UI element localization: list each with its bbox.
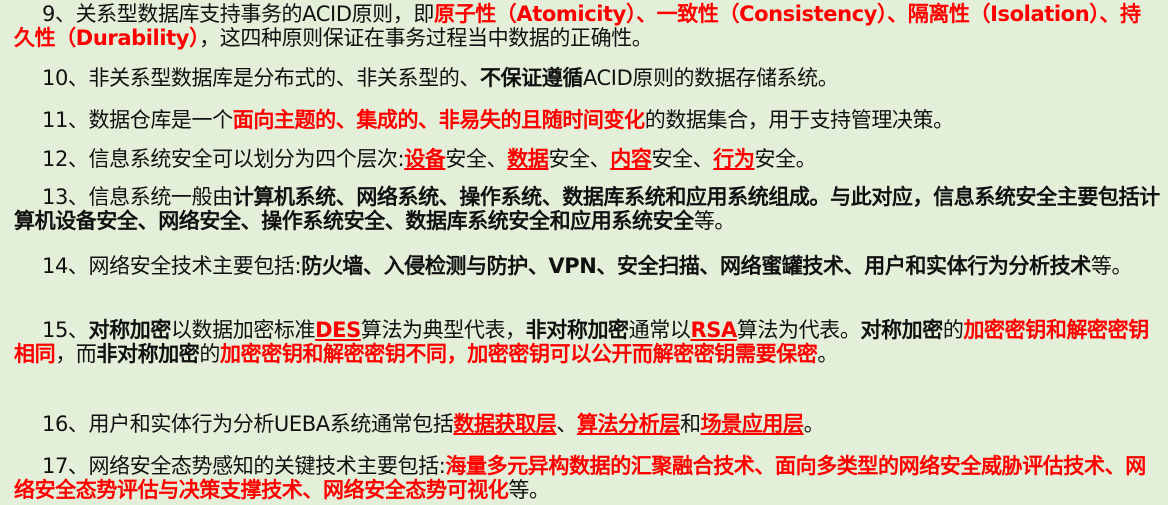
segment-text: 安全、 bbox=[445, 147, 508, 171]
segment-text: 安全、 bbox=[651, 147, 714, 171]
segment-highlight-underlined: 算法分析层 bbox=[576, 412, 680, 436]
segment-text: 等。 bbox=[1090, 254, 1133, 278]
segment-highlight-underlined: 内容 bbox=[610, 147, 652, 171]
segment-bold: 非对称加密 bbox=[525, 318, 629, 342]
segment-bold: 非对称加密 bbox=[96, 342, 200, 366]
paragraph-9: 9、关系型数据库支持事务的ACID原则，即原子性（Atomicity）、一致性（… bbox=[14, 2, 1160, 50]
paragraph-number: 11、 bbox=[42, 108, 89, 132]
segment-highlight: 加密密钥和解密密钥不同，加密密钥可以公开而解密密钥需要保密 bbox=[220, 342, 818, 366]
paragraph-10: 10、非关系型数据库是分布式的、非关系型的、不保证遵循ACID原则的数据存储系统… bbox=[14, 66, 1160, 90]
segment-highlight: 面向主题的、集成的、非易失的且随时间变化 bbox=[232, 108, 645, 132]
paragraph-number: 9、 bbox=[42, 2, 76, 26]
paragraph-11: 11、数据仓库是一个面向主题的、集成的、非易失的且随时间变化的数据集合，用于支持… bbox=[14, 108, 1160, 132]
segment-highlight-underlined: 数据获取层 bbox=[453, 412, 557, 436]
segment-bold: 不保证遵循 bbox=[479, 66, 583, 90]
segment-text: 。 bbox=[803, 412, 825, 436]
segment-text: 信息系统一般由 bbox=[88, 185, 234, 209]
paragraph-number: 13、 bbox=[42, 185, 89, 209]
segment-text: ，这四种原则保证在事务过程当中数据的正确性。 bbox=[199, 26, 653, 50]
segment-text: ，而 bbox=[55, 342, 97, 366]
segment-highlight-underlined: RSA bbox=[690, 318, 737, 342]
segment-text: 用户和实体行为分析UEBA系统通常包括 bbox=[88, 412, 454, 436]
segment-text: 算法为典型代表， bbox=[360, 318, 526, 342]
segment-text: 数据仓库是一个 bbox=[88, 108, 234, 132]
segment-highlight-underlined: 行为 bbox=[713, 147, 755, 171]
segment-text: 的 bbox=[199, 342, 221, 366]
segment-text: 以数据加密标准 bbox=[170, 318, 316, 342]
segment-text: 的数据集合，用于支持管理决策。 bbox=[644, 108, 954, 132]
segment-text: 网络安全技术主要包括: bbox=[88, 254, 302, 278]
segment-bold: 对称加密 bbox=[88, 318, 172, 342]
document-page: 9、关系型数据库支持事务的ACID原则，即原子性（Atomicity）、一致性（… bbox=[0, 0, 1168, 505]
segment-text: 和 bbox=[679, 412, 701, 436]
segment-highlight-underlined: 数据 bbox=[507, 147, 549, 171]
segment-text: 安全、 bbox=[548, 147, 611, 171]
segment-text: 信息系统安全可以划分为四个层次: bbox=[88, 147, 405, 171]
paragraph-14: 14、网络安全技术主要包括:防火墙、入侵检测与防护、VPN、安全扫描、网络蜜罐技… bbox=[14, 254, 1160, 278]
segment-text: 等。 bbox=[693, 209, 736, 233]
paragraph-number: 16、 bbox=[42, 412, 89, 436]
segment-text: 、 bbox=[556, 412, 577, 436]
paragraph-13: 13、信息系统一般由计算机系统、网络系统、操作系统、数据库系统和应用系统组成。与… bbox=[14, 185, 1160, 233]
segment-text: 网络安全态势感知的关键技术主要包括: bbox=[88, 454, 446, 478]
segment-bold: 防火墙、入侵检测与防护、VPN、安全扫描、网络蜜罐技术、用户和实体行为分析技术 bbox=[301, 254, 1091, 278]
segment-text: ACID原则的数据存储系统。 bbox=[582, 66, 839, 90]
segment-text: 关系型数据库支持事务的ACID原则，即 bbox=[75, 2, 435, 26]
segment-highlight-underlined: 场景应用层 bbox=[700, 412, 804, 436]
paragraph-number: 10、 bbox=[42, 66, 89, 90]
paragraph-17: 17、网络安全态势感知的关键技术主要包括:海量多元异构数据的汇聚融合技术、面向多… bbox=[14, 454, 1160, 502]
segment-text: 。 bbox=[817, 342, 839, 366]
paragraph-12: 12、信息系统安全可以划分为四个层次:设备安全、数据安全、内容安全、行为安全。 bbox=[14, 147, 1160, 171]
segment-text: 的 bbox=[942, 318, 964, 342]
segment-text: 等。 bbox=[508, 478, 550, 502]
paragraph-16: 16、用户和实体行为分析UEBA系统通常包括数据获取层、算法分析层和场景应用层。 bbox=[14, 412, 1160, 436]
paragraph-number: 15、 bbox=[42, 318, 89, 342]
segment-text: 非关系型数据库是分布式的、非关系型的、 bbox=[88, 66, 481, 90]
paragraph-15: 15、对称加密以数据加密标准DES算法为典型代表，非对称加密通常以RSA算法为代… bbox=[14, 318, 1160, 366]
segment-highlight-underlined: 设备 bbox=[404, 147, 446, 171]
paragraph-number: 17、 bbox=[42, 454, 89, 478]
segment-text: 算法为代表。 bbox=[736, 318, 861, 342]
segment-highlight-underlined: DES bbox=[315, 318, 361, 342]
segment-bold: 对称加密 bbox=[860, 318, 943, 342]
paragraph-number: 12、 bbox=[42, 147, 89, 171]
segment-text: 通常以 bbox=[628, 318, 691, 342]
segment-text: 安全。 bbox=[754, 147, 817, 171]
paragraph-number: 14、 bbox=[42, 254, 89, 278]
